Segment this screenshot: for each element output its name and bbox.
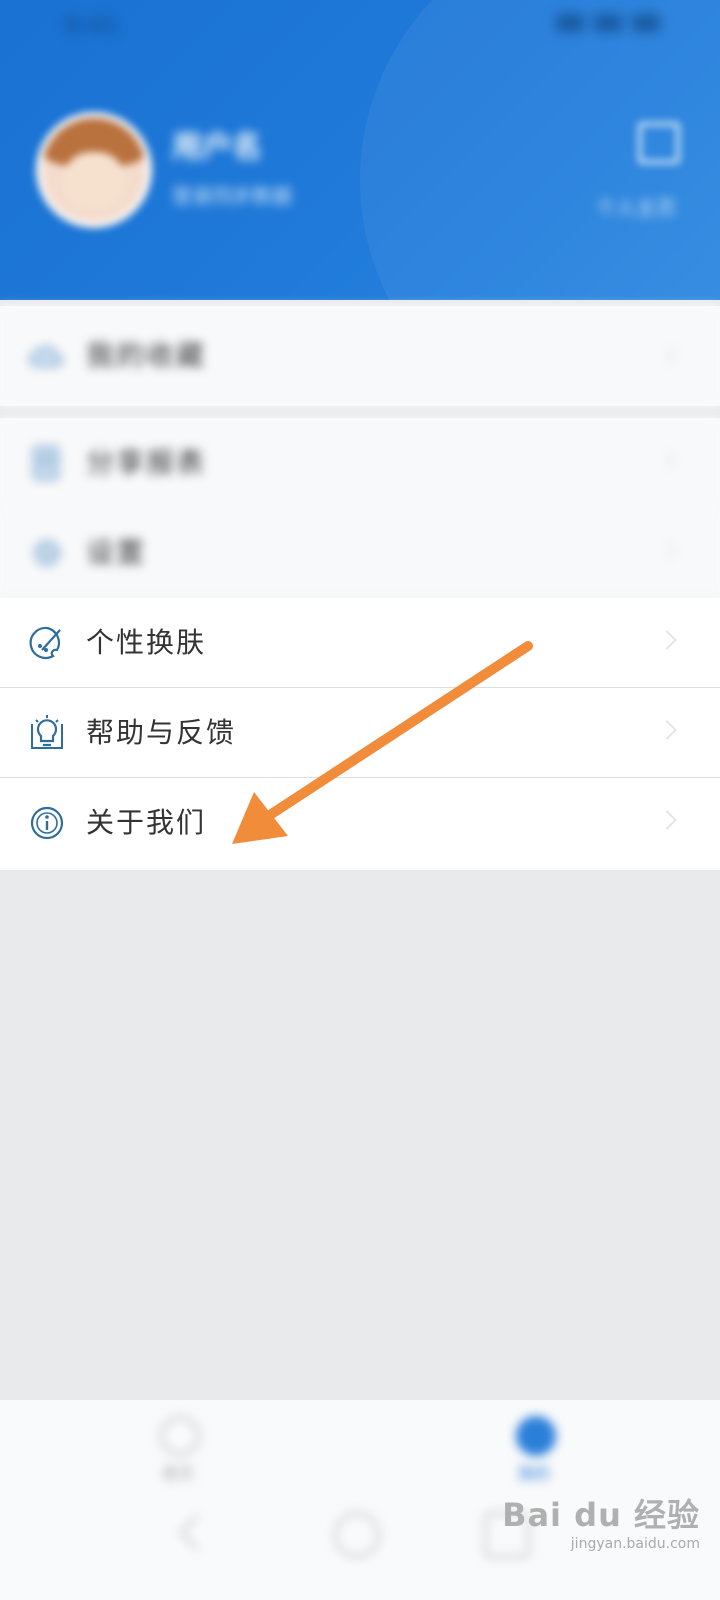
menu-item-label: 分享报表 — [86, 446, 207, 479]
watermark-logo: Bai du 经验 — [502, 1496, 700, 1534]
menu-item-label: 设置 — [86, 536, 147, 569]
menu-item-label: 个性换肤 — [86, 626, 207, 659]
chevron-right-icon — [657, 540, 677, 560]
home-button-icon[interactable] — [334, 1512, 380, 1558]
back-icon[interactable] — [178, 1514, 215, 1551]
avatar[interactable] — [36, 112, 152, 228]
status-time: 9:41 — [64, 14, 119, 39]
watermark-url: jingyan.baidu.com — [570, 1536, 700, 1552]
menu-item-share-report[interactable]: 分享报表 — [0, 418, 720, 508]
wifi-icon — [594, 14, 622, 32]
user-subtitle: 登录同步数据 — [172, 184, 292, 208]
status-bar: 9:41 — [0, 0, 720, 52]
chevron-right-icon — [657, 345, 677, 365]
tab-home[interactable]: 首页 — [128, 1412, 228, 1488]
tab-label: 首页 — [161, 1464, 194, 1483]
chevron-right-icon — [657, 450, 677, 470]
avatar-face — [64, 152, 124, 208]
chevron-right-icon — [657, 810, 677, 830]
cloud-icon — [29, 345, 63, 367]
menu-group-2: 分享报表 设置 个性换肤 帮助与反馈 关于我们 — [0, 418, 720, 870]
chevron-right-icon — [657, 630, 677, 650]
menu-item-help-feedback[interactable]: 帮助与反馈 — [0, 688, 720, 778]
profile-section[interactable]: 用户名 登录同步数据 个人主页 — [0, 100, 720, 250]
chevron-right-icon — [657, 720, 677, 740]
profile-header: 9:41 用户名 登录同步数据 个人主页 — [0, 0, 720, 300]
person-icon — [516, 1416, 556, 1456]
user-name: 用户名 — [172, 130, 262, 165]
signal-icon — [556, 14, 584, 32]
profile-link[interactable]: 个人主页 — [596, 192, 676, 221]
menu-item-label: 我的收藏 — [86, 339, 207, 372]
menu-item-label: 帮助与反馈 — [86, 716, 237, 749]
status-icons — [556, 14, 660, 32]
battery-icon — [632, 14, 660, 32]
menu-item-label: 关于我们 — [86, 806, 207, 839]
menu-item-settings[interactable]: 设置 — [0, 508, 720, 598]
info-icon — [30, 806, 64, 840]
gear-icon — [33, 539, 61, 567]
lightbulb-icon — [31, 715, 63, 749]
tab-label: 我的 — [517, 1464, 550, 1483]
tab-mine[interactable]: 我的 — [484, 1412, 584, 1488]
qr-code-icon[interactable] — [638, 122, 680, 164]
home-icon — [160, 1416, 200, 1456]
menu-item-favorites[interactable]: 我的收藏 — [0, 306, 720, 406]
document-icon — [33, 446, 59, 480]
menu-group-1: 我的收藏 — [0, 306, 720, 406]
palette-icon — [29, 626, 61, 659]
menu-item-skin[interactable]: 个性换肤 — [0, 598, 720, 688]
watermark: Bai du 经验 jingyan.baidu.com — [502, 1490, 700, 1552]
menu-item-about-us[interactable]: 关于我们 — [0, 778, 720, 868]
